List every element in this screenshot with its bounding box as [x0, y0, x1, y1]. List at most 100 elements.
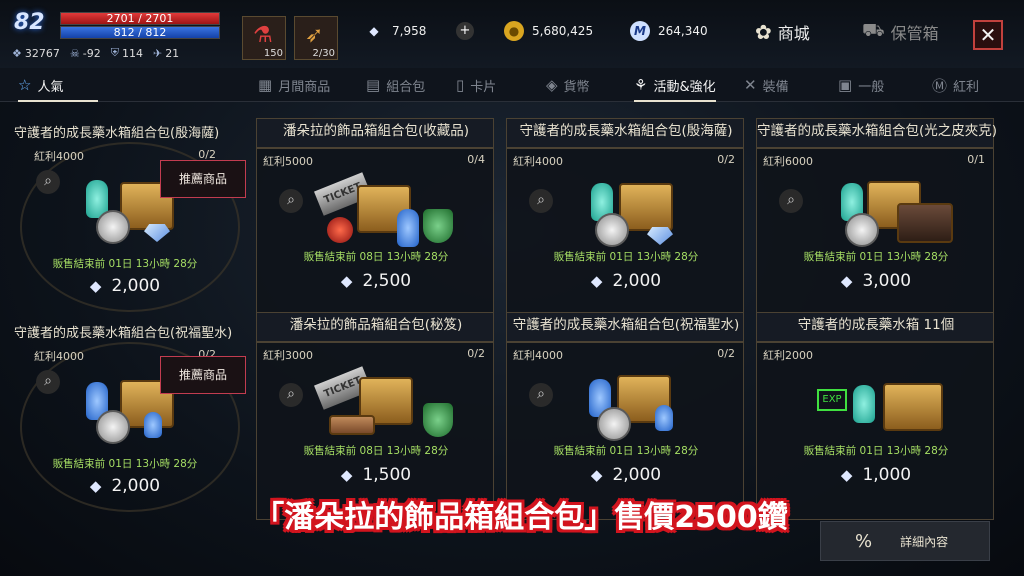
eagle-icon: ✈	[152, 46, 163, 60]
card-price: ◆ 2,000	[507, 271, 745, 291]
tab-label: 月間商品	[278, 79, 331, 95]
tab-event-enhance[interactable]: ⚘ 活動&強化	[634, 68, 716, 102]
detail-button[interactable]: % 詳細內容	[820, 521, 990, 561]
price-value: 3,000	[862, 271, 912, 291]
feather-icon: ➶	[305, 23, 324, 48]
currency-value: 5,680,425	[532, 24, 594, 38]
green-shield-icon	[423, 209, 453, 243]
card-artwork	[547, 363, 707, 443]
product-card[interactable]: 潘朵拉的飾品箱組合包(收藏品) 紅利5000 0/4 ⌕ TICKET 販售結束…	[256, 123, 494, 326]
shield-icon: ⛨	[110, 46, 119, 59]
stat-value: 21	[165, 46, 180, 60]
sale-timer: 販售結束前 01日 13小時 28分	[803, 445, 949, 457]
card-title: 潘朵拉的飾品箱組合包(收藏品)	[282, 123, 470, 139]
storage-button[interactable]: ⛟ 保管箱	[862, 18, 939, 46]
add-diamond-button[interactable]: +	[456, 22, 474, 40]
tab-bonus[interactable]: Ⓜ 紅利	[932, 68, 979, 102]
magnify-icon[interactable]: ⌕	[36, 370, 60, 394]
product-card[interactable]: 守護者的成長藥水箱組合包(光之皮夾克) 紅利6000 0/1 ⌕ 販售結束前 0…	[756, 123, 997, 326]
tab-currency[interactable]: ◈ 貨幣	[546, 68, 590, 102]
card-bonus: 紅利2000	[763, 349, 813, 362]
popular-item[interactable]: 守護者的成長藥水箱組合包(祝福聖水) 紅利4000 0/2 ⌕ 推薦商品 販售結…	[6, 322, 246, 512]
stat-wing: ❖ 32767	[12, 45, 60, 61]
stat-skull: ☠ -92	[70, 45, 101, 61]
scroll-book-icon	[329, 415, 375, 435]
card-title: 守護者的成長藥水箱 11個	[797, 317, 955, 333]
silver-coin-icon	[96, 410, 130, 444]
item-title: 守護者的成長藥水箱組合包(祝福聖水)	[14, 326, 233, 341]
currency-value: 7,958	[392, 24, 427, 38]
shop-label: 商城	[777, 24, 810, 43]
tab-label: 一般	[858, 79, 885, 95]
card-quantity: 0/1	[967, 153, 985, 166]
detail-label: 詳細內容	[900, 534, 949, 549]
popular-item[interactable]: 守護者的成長藥水箱組合包(殷海薩) 紅利4000 0/2 ⌕ 推薦商品 販售結束…	[6, 122, 246, 312]
gem-icon: ◈	[546, 76, 558, 94]
stat-value: 114	[121, 46, 143, 60]
stat-shield: ⛨ 114	[111, 45, 143, 61]
currency-m: M 264,340	[630, 20, 708, 42]
tab-card[interactable]: ▯ 卡片	[456, 68, 496, 102]
sale-timer: 販售結束前 01日 13小時 28分	[52, 258, 198, 270]
card-quantity: 0/2	[717, 347, 735, 360]
card-bonus: 紅利5000	[263, 155, 313, 168]
card-price: ◆ 2,000	[507, 465, 745, 485]
potion-bottle-icon	[853, 385, 875, 423]
card-artwork: TICKET	[297, 363, 457, 443]
tab-popular[interactable]: ☆ 人氣	[18, 68, 98, 102]
close-button[interactable]: ✕	[973, 20, 1003, 50]
card-title: 守護者的成長藥水箱組合包(光之皮夾克)	[757, 123, 998, 139]
tab-equipment[interactable]: ✕ 裝備	[744, 68, 789, 102]
tab-label: 人氣	[37, 79, 64, 95]
card-quantity: 0/2	[717, 153, 735, 166]
ribbon-icon: ⚘	[634, 76, 648, 94]
wing-icon: ❖	[12, 46, 22, 60]
currency-diamond: ◆ 7,958	[364, 20, 426, 42]
quick-slot-potion[interactable]: ⚗ 150	[242, 16, 286, 60]
tab-label: 卡片	[470, 79, 497, 95]
top-bar: 82 2701 / 2701 812 / 812 ❖ 32767 ☠ -92 ⛨ 11…	[0, 0, 1024, 68]
magnify-icon[interactable]: ⌕	[36, 170, 60, 194]
red-orb-icon	[327, 217, 353, 243]
sale-timer: 販售結束前 08日 13小時 28分	[303, 445, 449, 457]
exp-icon: EXP	[817, 389, 847, 411]
sale-timer: 販售結束前 01日 13小時 28分	[553, 251, 699, 263]
slot-count: 2/30	[312, 48, 335, 59]
silver-coin-icon	[845, 213, 879, 247]
diamond-icon: ◆	[590, 466, 603, 484]
card-bonus: 紅利3000	[263, 349, 313, 362]
tab-bundle[interactable]: ▤ 組合包	[366, 68, 425, 102]
product-card[interactable]: 守護者的成長藥水箱組合包(殷海薩) 紅利4000 0/2 ⌕ 販售結束前 01日…	[506, 123, 745, 326]
diamond-icon: ◆	[840, 466, 853, 484]
shop-button[interactable]: ✿ 商城	[755, 18, 810, 46]
sale-timer: 販售結束前 01日 13小時 28分	[553, 445, 699, 457]
item-title: 守護者的成長藥水箱組合包(殷海薩)	[14, 126, 220, 141]
tab-label: 組合包	[386, 79, 426, 95]
chest-icon	[883, 383, 943, 431]
currency-gold: ● 5,680,425	[504, 20, 593, 42]
recommended-badge[interactable]: 推薦商品	[160, 356, 246, 394]
tab-label: 貨幣	[563, 79, 590, 95]
tab-general[interactable]: ▣ 一般	[838, 68, 884, 102]
percent-icon: %	[855, 530, 873, 552]
money-bag-icon: ✿	[755, 20, 772, 44]
card-quantity: 0/4	[467, 153, 485, 166]
item-bonus: 紅利4000	[34, 350, 84, 363]
card-artwork	[547, 169, 707, 249]
sale-timer: 販售結束前 01日 13小時 28分	[52, 458, 198, 470]
stat-eagle: ✈ 21	[153, 45, 179, 61]
hp-bar: 2701 / 2701	[60, 12, 220, 25]
card-title: 守護者的成長藥水箱組合包(祝福聖水)	[512, 317, 740, 333]
leather-jacket-chest-icon	[897, 203, 953, 243]
popular-list: 守護者的成長藥水箱組合包(殷海薩) 紅利4000 0/2 ⌕ 推薦商品 販售結束…	[0, 102, 250, 532]
item-price: ◆ 2,000	[6, 276, 244, 296]
card-icon: ▯	[456, 76, 465, 94]
recommended-badge[interactable]: 推薦商品	[160, 160, 246, 198]
diamond-icon: ◆	[840, 272, 853, 290]
quick-slot-feather[interactable]: ➶ 2/30	[294, 16, 338, 60]
sale-timer: 販售結束前 08日 13小時 28分	[303, 251, 449, 263]
grid-icon: ▤	[366, 76, 381, 94]
player-stats: ❖ 32767 ☠ -92 ⛨ 114 ✈ 21	[12, 45, 179, 61]
price-value: 2,500	[362, 271, 412, 291]
tab-monthly[interactable]: ▦ 月間商品	[258, 68, 330, 102]
